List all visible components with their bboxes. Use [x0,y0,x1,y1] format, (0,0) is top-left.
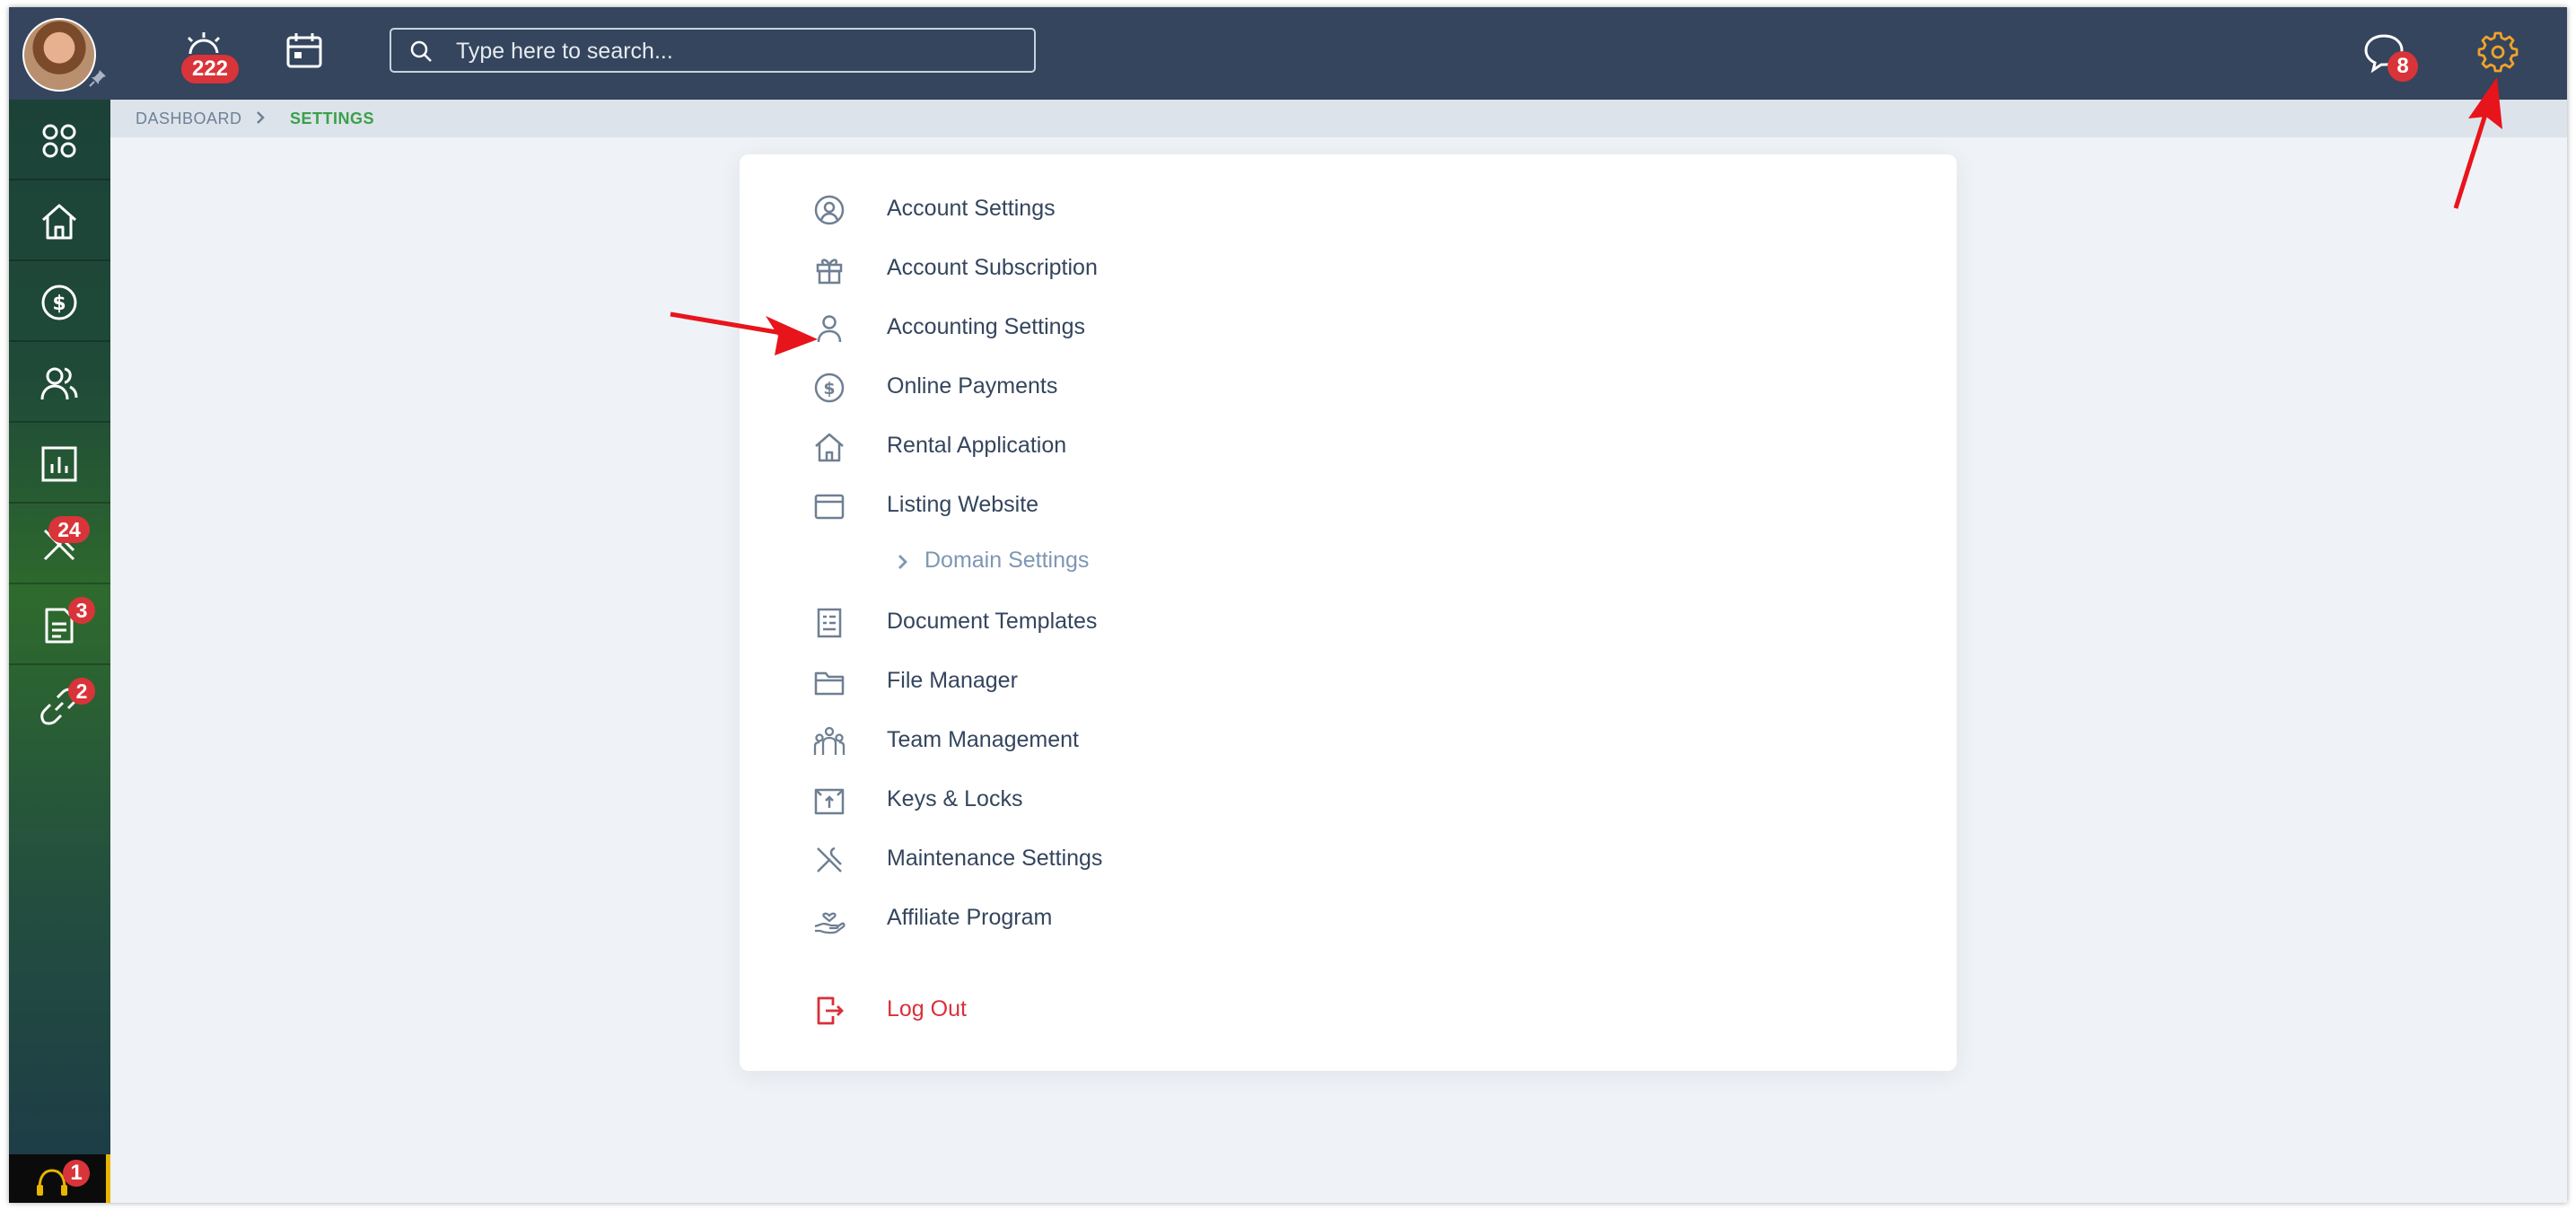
chevron-right-icon [257,111,265,124]
chevron-right-icon [898,555,907,569]
search-input[interactable] [454,30,1014,73]
menu-item-accounting-settings[interactable]: Accounting Settings [740,303,1547,352]
menu-item-label: Affiliate Program [887,905,1053,930]
logout-icon [817,996,844,1025]
menu-item-label: Document Templates [887,609,1098,634]
menu-item-keys-locks[interactable]: Keys & Locks [740,776,1547,824]
sidebar: $ 24 3 2 1 [9,100,110,1203]
people-icon [40,367,78,400]
hand-heart-icon [814,912,846,934]
sidebar-item-links[interactable]: 2 [9,665,110,746]
sidebar-item-payments[interactable]: $ [9,261,110,342]
menu-item-rental-application[interactable]: Rental Application [740,422,1547,470]
sidebar-item-documents[interactable]: 3 [9,584,110,665]
menu-item-label: Rental Application [887,433,1067,458]
bar-chart-icon [41,446,77,482]
menu-item-label: Keys & Locks [887,786,1023,811]
menu-item-label: Accounting Settings [887,314,1085,339]
document-icon [817,608,842,638]
breadcrumb-dashboard-link[interactable]: DASHBOARD [136,110,242,128]
menu-item-listing-website[interactable]: Listing Website [740,481,1547,530]
menu-item-file-manager[interactable]: File Manager [740,657,1547,706]
menu-item-account-settings[interactable]: Account Settings [740,185,1547,233]
menu-item-maintenance-settings[interactable]: Maintenance Settings [740,835,1547,883]
alarm-badge: 222 [180,53,241,85]
menu-item-account-subscription[interactable]: Account Subscription [740,244,1547,293]
gift-icon [816,259,843,285]
pin-icon[interactable] [88,68,108,88]
logout-button[interactable]: Log Out [740,986,1547,1034]
folder-icon [814,671,845,696]
chat-badge: 8 [2388,51,2418,82]
documents-badge: 3 [68,597,95,624]
home-icon [42,204,76,240]
sidebar-item-reports[interactable] [9,423,110,504]
calendar-icon[interactable] [284,31,325,72]
tools-icon [817,846,842,872]
annotation-arrow-gear [2453,77,2502,209]
gear-icon[interactable] [2477,31,2519,73]
settings-panel: Account Settings Account Subscription Ac… [740,154,1957,1071]
menu-item-document-templates[interactable]: Document Templates [740,598,1547,646]
support-button[interactable]: 1 [9,1154,110,1203]
sidebar-item-home[interactable] [9,180,110,261]
menu-item-team-management[interactable]: Team Management [740,716,1547,765]
menu-item-label: Maintenance Settings [887,846,1103,871]
key-box-icon [814,788,845,815]
maintenance-badge: 24 [48,516,90,543]
menu-item-label: Account Settings [887,196,1056,221]
top-bar: 222 8 [9,7,2567,100]
team-icon [813,726,846,755]
apps-grid-icon [42,124,76,158]
menu-item-label: Listing Website [887,492,1039,517]
menu-item-label: Domain Settings [924,548,1090,573]
logout-label: Log Out [887,996,967,1021]
avatar[interactable] [22,18,96,92]
menu-item-online-payments[interactable]: $ Online Payments [740,363,1547,411]
annotation-arrow-accounting [670,311,818,355]
menu-item-domain-settings[interactable]: Domain Settings [740,537,1547,585]
sidebar-item-maintenance[interactable]: 24 [9,504,110,584]
svg-text:$: $ [52,293,66,315]
sidebar-item-apps[interactable] [9,100,110,180]
menu-item-label: Account Subscription [887,255,1098,280]
support-badge: 1 [63,1160,90,1187]
search-icon [410,40,432,62]
user-circle-icon [814,195,845,225]
menu-item-label: Team Management [887,727,1080,752]
dollar-circle-icon: $ [41,285,77,320]
house-icon [815,433,844,462]
app-window: 222 8 [9,7,2567,1203]
breadcrumb: DASHBOARD SETTINGS [110,100,2567,137]
dollar-circle-icon: $ [814,373,845,403]
browser-window-icon [814,494,845,520]
menu-item-affiliate-program[interactable]: Affiliate Program [740,894,1547,943]
svg-text:$: $ [823,379,835,399]
menu-item-label: Online Payments [887,373,1058,399]
search-box[interactable] [390,28,1036,73]
breadcrumb-current: SETTINGS [290,110,375,127]
sidebar-item-people[interactable] [9,342,110,423]
menu-item-label: File Manager [887,668,1018,693]
links-badge: 2 [68,678,95,705]
